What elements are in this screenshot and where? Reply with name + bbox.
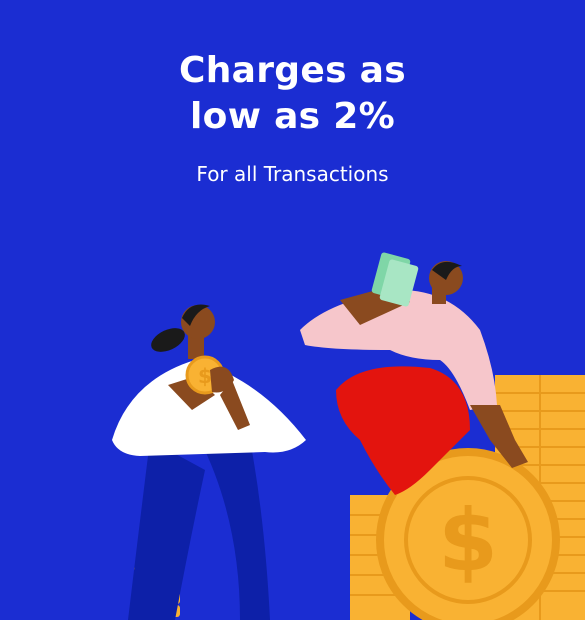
people-with-coins-illustration: $ $: [112, 252, 585, 620]
left-person: $: [112, 304, 306, 620]
headline: Charges as low as 2%: [0, 48, 585, 140]
headline-line-1: Charges as: [179, 50, 406, 91]
subtitle: For all Transactions: [196, 162, 389, 186]
headline-line-2: low as 2%: [190, 96, 395, 137]
svg-text:$: $: [438, 491, 498, 591]
svg-text:$: $: [198, 364, 212, 388]
